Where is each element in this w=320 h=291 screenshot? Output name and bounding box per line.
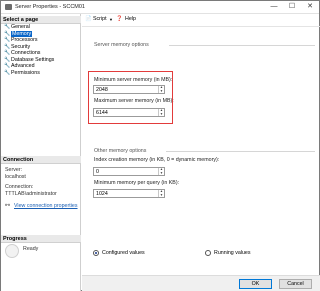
configured-values-label: Configured values — [102, 250, 145, 256]
app-icon — [5, 4, 12, 10]
script-button[interactable]: Script — [93, 16, 107, 22]
configured-values-radio[interactable] — [93, 250, 99, 256]
spinner-arrows[interactable]: ▲ ▼ — [158, 189, 164, 198]
close-button[interactable]: ✕ — [301, 1, 319, 13]
view-connection-properties-link[interactable]: View connection properties — [14, 203, 78, 209]
wrench-icon: 🔧 — [4, 50, 11, 56]
toolbar-divider — [82, 26, 320, 27]
select-page-header: Select a page — [1, 16, 81, 24]
chevron-down-icon[interactable]: ▼ — [109, 17, 113, 22]
group-divider — [166, 151, 315, 152]
index-memory-value: 0 — [96, 169, 99, 175]
spinner-arrows[interactable]: ▲ ▼ — [158, 167, 164, 176]
query-memory-spinner[interactable]: 1024 ▲ ▼ — [93, 189, 165, 198]
nav-item-permissions[interactable]: 🔧 Permissions — [3, 70, 79, 77]
toolbar: 📄 Script ▼ ❓ Help — [83, 15, 319, 25]
query-memory-label: Minimum memory per query (in KB): — [94, 180, 180, 186]
highlight-box — [88, 71, 173, 124]
server-label: Server: — [5, 167, 23, 173]
page-nav: 🔧 General 🔧 Memory 🔧 Processors 🔧 Securi… — [3, 24, 79, 76]
wrench-icon: 🔧 — [4, 30, 11, 37]
script-icon: 📄 — [85, 16, 92, 22]
connection-header: Connection — [1, 156, 81, 164]
running-values-label: Running values — [214, 250, 251, 256]
cancel-button[interactable]: Cancel — [279, 279, 312, 289]
maximize-button[interactable]: ☐ — [283, 1, 301, 13]
group-divider — [169, 45, 315, 46]
running-values-radio[interactable] — [205, 250, 211, 256]
ok-button[interactable]: OK — [239, 279, 272, 289]
server-memory-options-label: Server memory options — [94, 42, 149, 48]
help-button[interactable]: Help — [125, 16, 136, 22]
connection-label: Connection: — [5, 184, 34, 190]
dialog-footer: OK Cancel — [82, 275, 320, 291]
progress-status: Ready — [23, 246, 39, 252]
minimize-button[interactable]: — — [265, 1, 283, 13]
connection-properties-icon: ⚯ — [5, 203, 11, 209]
title-bar: Server Properties - SCCM01 — ☐ ✕ — [1, 1, 319, 14]
server-properties-window: Server Properties - SCCM01 — ☐ ✕ Select … — [0, 0, 320, 291]
progress-header: Progress — [1, 235, 81, 243]
wrench-icon: 🔧 — [4, 37, 11, 43]
window-title: Server Properties - SCCM01 — [15, 4, 85, 10]
wrench-icon: 🔧 — [4, 69, 11, 76]
wrench-icon: 🔧 — [4, 63, 11, 69]
left-panel: Select a page 🔧 General 🔧 Memory 🔧 Proce… — [1, 14, 81, 291]
server-value: localhost — [5, 174, 26, 180]
query-memory-value: 1024 — [96, 191, 108, 197]
progress-icon — [5, 244, 19, 258]
wrench-icon: 🔧 — [4, 43, 11, 50]
connection-value: TTTLAB\administrator — [5, 191, 57, 197]
index-memory-label: Index creation memory (in KB, 0 = dynami… — [94, 157, 220, 163]
chevron-down-icon[interactable]: ▼ — [159, 171, 164, 176]
help-icon: ❓ — [116, 16, 123, 22]
wrench-icon: 🔧 — [4, 24, 11, 30]
index-memory-spinner[interactable]: 0 ▲ ▼ — [93, 167, 165, 176]
chevron-down-icon[interactable]: ▼ — [159, 193, 164, 198]
wrench-icon: 🔧 — [4, 56, 11, 63]
other-memory-options-label: Other memory options — [94, 148, 147, 154]
